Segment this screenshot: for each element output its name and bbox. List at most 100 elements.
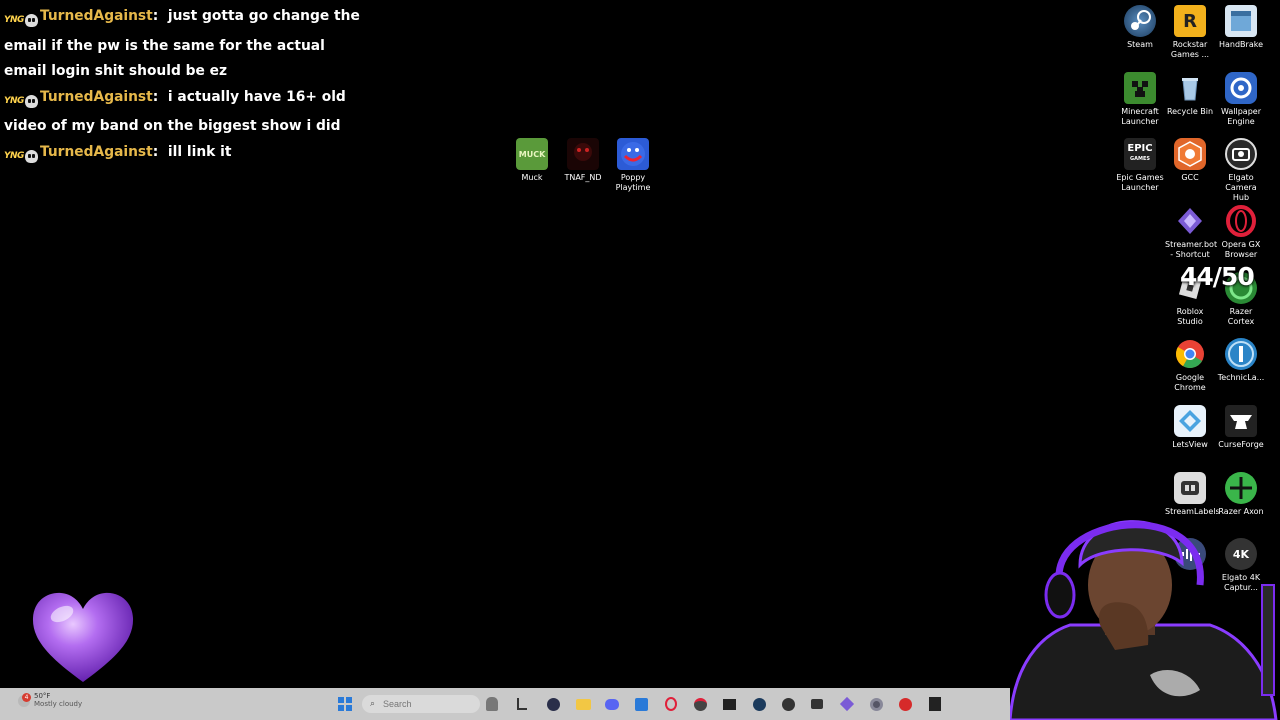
desktop-icon-technic-launcher[interactable]: TechnicLa... (1216, 338, 1266, 383)
desktop-icon-label: CurseForge (1218, 440, 1264, 449)
desktop-icon-steam[interactable]: Steam (1115, 5, 1165, 50)
taskbar-app-elgato-4k[interactable] (780, 696, 796, 712)
desktop-icon-label: TNAF_ND (564, 173, 602, 182)
chat-username: TurnedAgainst (39, 88, 153, 105)
desktop-icon-chrome[interactable]: Google Chrome (1165, 338, 1215, 393)
desktop-icon-label: Streamer.bot - Shortcut (1165, 240, 1218, 259)
desktop-icon-label: Wallpaper Engine (1220, 107, 1261, 126)
taskbar-app-files[interactable] (514, 696, 530, 712)
taskbar-app-record[interactable] (897, 696, 913, 712)
handbrake-icon (1225, 5, 1257, 37)
streamlabels-icon (811, 699, 823, 709)
windows-icon (338, 697, 352, 711)
opera-icon (665, 697, 677, 711)
desktop-icon-minecraft[interactable]: Minecraft Launcher (1115, 72, 1165, 127)
start-button[interactable] (337, 696, 353, 712)
weather-desc: Mostly cloudy (34, 700, 83, 708)
file-icon (517, 698, 527, 710)
streamerbot-icon (839, 696, 855, 712)
chat-overlay: YNG TurnedAgainst: just gotta go change t… (4, 4, 366, 169)
taskbar-app-obs[interactable] (545, 696, 561, 712)
desktop-icon-label: GCC (1181, 173, 1199, 182)
poppy-playtime-icon (617, 138, 649, 170)
desktop-icon-label: Elgato Camera Hub (1225, 173, 1257, 202)
taskbar-app-store[interactable] (633, 696, 649, 712)
elgato-camera-hub-icon (1225, 138, 1257, 170)
desktop-icon-tnaf[interactable]: TNAF_ND (558, 138, 608, 183)
desktop-icon-streamerbot[interactable]: Streamer.bot - Shortcut (1165, 205, 1218, 260)
gear-icon (869, 697, 883, 711)
capcut-icon (722, 698, 736, 710)
heart-icon (30, 590, 136, 686)
folder-icon (575, 698, 591, 710)
desktop-icon-gcc[interactable]: GCC (1165, 138, 1215, 183)
opera-gx-icon (1225, 205, 1257, 237)
desktop-icon-label: Razer Cortex (1227, 307, 1255, 326)
taskbar-app-epic[interactable] (927, 696, 943, 712)
desktop-icon-recycle-bin[interactable]: Recycle Bin (1165, 72, 1215, 117)
desktop-icon-wallpaper-engine[interactable]: Wallpaper Engine (1216, 72, 1266, 127)
steam-icon (752, 697, 766, 711)
taskbar-app-capcut[interactable] (721, 696, 737, 712)
desktop-icon-muck[interactable]: MUCK Muck (507, 138, 557, 183)
chat-username: TurnedAgainst (39, 8, 153, 24)
desktop-icon-label: Rockstar Games ... (1170, 40, 1210, 59)
chat-message: YNG TurnedAgainst: just gotta go change t… (4, 8, 360, 79)
desktop-icon-label: Google Chrome (1174, 373, 1206, 392)
webcam-overlay (1000, 475, 1280, 720)
notification-badge: 4 (22, 692, 31, 702)
tnaf-icon (567, 138, 599, 170)
badge-tag: YNG (4, 150, 24, 161)
taskbar (0, 688, 1010, 720)
desktop-icon-label: Minecraft Launcher (1121, 107, 1159, 126)
elgato-4k-icon (781, 697, 795, 711)
store-icon (634, 697, 648, 711)
taskbar-app-settings[interactable] (868, 696, 884, 712)
curseforge-icon (1225, 405, 1257, 437)
goal-counter: 44/50 (1180, 262, 1255, 291)
desktop-icon-elgato-camera-hub[interactable]: Elgato Camera Hub (1216, 138, 1266, 203)
skull-badge-icon (24, 149, 38, 163)
taskbar-search[interactable]: ⌕ Search (362, 695, 480, 713)
desktop-icon-label: Epic Games Launcher (1116, 173, 1164, 192)
weather-widget[interactable]: 4 50°F Mostly cloudy (18, 692, 82, 709)
desktop-icon-opera-gx[interactable]: Opera GX Browser (1216, 205, 1266, 260)
chat-message: YNG TurnedAgainst: i actually have 16+ ol… (4, 88, 346, 135)
chat-message: YNG TurnedAgainst: ill link it (4, 140, 366, 170)
chat-badges: YNG (4, 89, 38, 115)
person-icon (486, 697, 498, 711)
minecraft-icon (1124, 72, 1156, 104)
rockstar-icon: R (1174, 5, 1206, 37)
discord-icon (605, 698, 619, 710)
search-placeholder: Search (383, 699, 412, 709)
taskbar-app-opera[interactable] (663, 696, 679, 712)
desktop-icon-poppy-playtime[interactable]: Poppy Playtime (608, 138, 658, 193)
letsview-icon (1174, 405, 1206, 437)
muck-icon: MUCK (516, 138, 548, 170)
skull-badge-icon (24, 14, 38, 28)
epic-games-icon: EPIC GAMES (1124, 138, 1156, 170)
desktop-icon-label: Roblox Studio (1176, 307, 1204, 326)
taskbar-app-gamebar[interactable] (692, 696, 708, 712)
desktop-icon-label: HandBrake (1218, 40, 1263, 49)
recycle-bin-icon (1174, 72, 1206, 104)
taskbar-app-explorer[interactable] (575, 696, 591, 712)
desktop-icon-label: TechnicLa... (1217, 373, 1265, 382)
chat-badges: YNG (4, 8, 38, 34)
xbox-icon (693, 697, 707, 711)
desktop-icon-rockstar[interactable]: R Rockstar Games ... (1165, 5, 1215, 60)
desktop-icon-letsview[interactable]: LetsView (1165, 405, 1215, 450)
taskbar-app-streamerbot[interactable] (839, 696, 855, 712)
taskbar-app-steam[interactable] (751, 696, 767, 712)
desktop-icon-label: Steam (1127, 40, 1153, 49)
desktop-icon-curseforge[interactable]: CurseForge (1216, 405, 1266, 450)
taskbar-app-discord[interactable] (604, 696, 620, 712)
taskbar-app-profile[interactable] (484, 696, 500, 712)
weather-temp: 50°F (34, 692, 51, 700)
taskbar-app-streamlabels[interactable] (809, 696, 825, 712)
desktop-icon-label: Muck (521, 173, 543, 182)
desktop-icon-handbrake[interactable]: HandBrake (1216, 5, 1266, 50)
desktop-icon-epic-games[interactable]: EPIC GAMES Epic Games Launcher (1115, 138, 1165, 193)
desktop-icon-label: Opera GX Browser (1221, 240, 1261, 259)
desktop-icon-label: Poppy Playtime (615, 173, 651, 192)
